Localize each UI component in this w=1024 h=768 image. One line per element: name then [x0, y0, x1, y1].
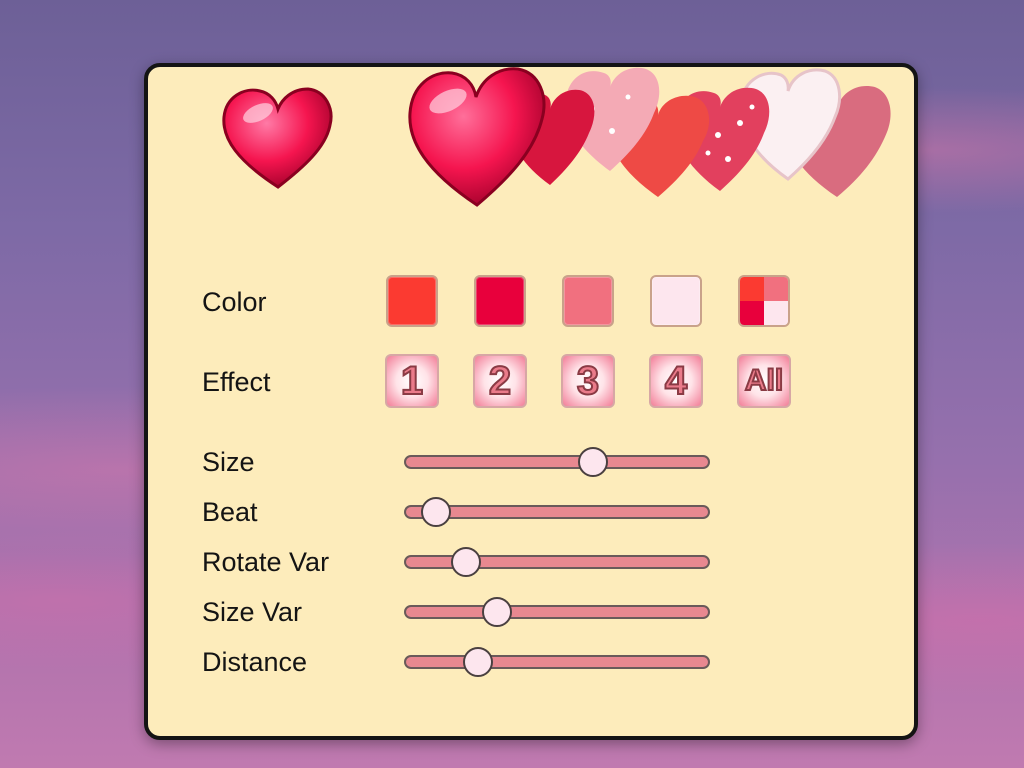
effect-button-3[interactable]: 3	[561, 354, 615, 408]
color-swatch-pale-pink[interactable]	[650, 275, 702, 327]
size-var-label: Size Var	[202, 597, 303, 627]
heart-preview-icon	[222, 87, 333, 189]
effect-button-2[interactable]: 2	[473, 354, 527, 408]
effect-label: Effect	[202, 367, 271, 397]
multi-quadrant-crimson	[740, 301, 764, 325]
color-label: Color	[202, 287, 267, 317]
rotate-var-slider-thumb[interactable]	[451, 547, 482, 577]
rotate-var-slider[interactable]	[404, 547, 710, 577]
effect-button-4[interactable]: 4	[649, 354, 703, 408]
size-var-slider[interactable]	[404, 597, 710, 627]
size-label: Size	[202, 447, 255, 477]
size-var-slider-thumb[interactable]	[481, 597, 512, 627]
size-slider[interactable]	[404, 447, 710, 477]
size-slider-thumb[interactable]	[578, 447, 609, 477]
beat-slider[interactable]	[404, 497, 710, 527]
effect-button-all[interactable]: All	[737, 354, 791, 408]
multi-quadrant-red	[740, 277, 764, 301]
game-screen: { "settings": { "color_label": "Color", …	[0, 0, 1024, 768]
color-swatch-pink[interactable]	[562, 275, 614, 327]
distance-label: Distance	[202, 647, 308, 677]
beat-label: Beat	[202, 497, 258, 527]
color-swatch-red[interactable]	[386, 275, 438, 327]
distance-slider[interactable]	[404, 647, 710, 677]
distance-slider-thumb[interactable]	[463, 647, 494, 677]
color-swatch-crimson[interactable]	[474, 275, 526, 327]
multi-quadrant-pink	[764, 277, 788, 301]
rotate-var-label: Rotate Var	[202, 547, 330, 577]
multi-quadrant-pale-pink	[764, 301, 788, 325]
color-swatch-multi[interactable]	[738, 275, 790, 327]
effect-button-1[interactable]: 1	[385, 354, 439, 408]
heart-effects-preview	[398, 57, 898, 217]
settings-panel: Color Effect 1 2 3 4 All Size Beat Rotat…	[144, 63, 918, 740]
heart-main-icon	[408, 67, 546, 207]
beat-slider-thumb[interactable]	[421, 497, 452, 527]
